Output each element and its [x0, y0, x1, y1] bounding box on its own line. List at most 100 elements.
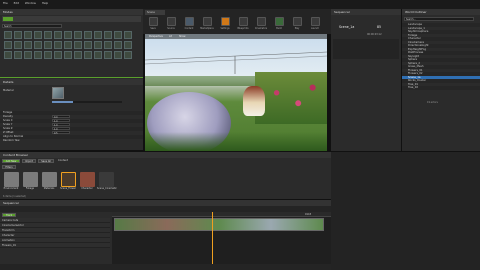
material-slider[interactable] — [52, 101, 122, 103]
content-button[interactable] — [185, 17, 194, 26]
outliner-item[interactable]: Tree_02 — [402, 86, 480, 90]
menu-edit[interactable]: Edit — [14, 1, 19, 5]
foliage-tile[interactable] — [4, 31, 12, 39]
value-field[interactable]: 0.0 — [52, 115, 70, 119]
foliage-tile[interactable] — [84, 41, 92, 49]
foliage-tile[interactable] — [44, 51, 52, 59]
foliage-tile[interactable] — [14, 31, 22, 39]
details-section-label: Material — [3, 89, 14, 92]
foliage-tile[interactable] — [84, 51, 92, 59]
foliage-tile[interactable] — [64, 41, 72, 49]
foliage-tile[interactable] — [34, 51, 42, 59]
foliage-tile[interactable] — [104, 51, 112, 59]
asset-label: Foliage — [25, 187, 35, 190]
foliage-tile[interactable] — [74, 51, 82, 59]
menu-window[interactable]: Window — [25, 1, 36, 5]
value-field[interactable]: 1.0 — [52, 123, 70, 127]
content-header: Content Browser — [0, 152, 331, 158]
camera-cut-clip[interactable] — [114, 218, 324, 231]
foliage-tile[interactable] — [114, 31, 122, 39]
character-asset-icon[interactable] — [80, 172, 95, 187]
foliage-tile[interactable] — [104, 31, 112, 39]
foliage-tile[interactable] — [124, 31, 132, 39]
foliage-tile[interactable] — [4, 51, 12, 59]
foliage-tile[interactable] — [24, 41, 32, 49]
asset-label: Scene_Flower — [60, 187, 76, 190]
value-field[interactable]: 1.0 — [52, 119, 70, 123]
blueprints-button[interactable] — [239, 17, 248, 26]
menu-file[interactable]: File — [3, 1, 8, 5]
foliage-tile[interactable] — [54, 51, 62, 59]
modes-divider — [0, 77, 143, 78]
foliage-tile[interactable] — [44, 41, 52, 49]
value-field[interactable]: 1.0 — [52, 127, 70, 131]
material-thumbnail[interactable] — [52, 87, 64, 99]
add-new-button[interactable]: Add New — [2, 159, 20, 163]
foliage-tile[interactable] — [14, 41, 22, 49]
level-tab[interactable]: Scene — [145, 10, 165, 15]
folder-icon[interactable] — [23, 172, 38, 187]
blueprints-label: Blueprints — [237, 27, 249, 30]
value-field[interactable]: 0.5 — [52, 131, 70, 135]
foliage-tile[interactable] — [64, 51, 72, 59]
foliage-tile[interactable] — [44, 31, 52, 39]
level-asset-icon[interactable] — [61, 172, 76, 187]
foliage-tile[interactable] — [34, 41, 42, 49]
foliage-tile[interactable] — [124, 41, 132, 49]
viewport[interactable]: Perspective Lit Show — [145, 34, 327, 151]
foreground-grass — [145, 132, 327, 151]
timeline-area[interactable] — [112, 212, 331, 264]
save-all-button[interactable]: Save All — [38, 159, 54, 163]
foliage-tile[interactable] — [24, 31, 32, 39]
foliage-tile[interactable] — [14, 51, 22, 59]
foliage-tile[interactable] — [54, 31, 62, 39]
mode-tab-active[interactable] — [3, 17, 13, 21]
play-button[interactable] — [293, 17, 302, 26]
settings-label: Settings — [220, 27, 230, 30]
foliage-tile[interactable] — [104, 41, 112, 49]
cinematics-button[interactable] — [257, 17, 266, 26]
source-control-button[interactable] — [167, 17, 176, 26]
content-path[interactable]: Content — [58, 159, 68, 163]
save-button[interactable] — [149, 17, 158, 26]
foliage-tile[interactable] — [64, 31, 72, 39]
foliage-tile[interactable] — [124, 51, 132, 59]
foliage-tile[interactable] — [94, 51, 102, 59]
sequence-asset-icon[interactable] — [99, 172, 114, 187]
build-button[interactable] — [275, 17, 284, 26]
foliage-tile[interactable] — [74, 31, 82, 39]
foliage-tile[interactable] — [54, 41, 62, 49]
foliage-tile[interactable] — [34, 31, 42, 39]
import-button[interactable]: Import — [22, 159, 36, 163]
foliage-tile[interactable] — [114, 41, 122, 49]
marketplace-button[interactable] — [203, 17, 212, 26]
track-row[interactable]: Flowers_01 — [0, 243, 110, 248]
source-label: Source — [167, 27, 175, 30]
time-value: 85 — [377, 25, 382, 29]
menu-bar: File Edit Window Help — [3, 1, 48, 5]
modes-search-input[interactable]: Search — [2, 24, 62, 28]
empty-region — [331, 152, 480, 270]
folder-icon[interactable] — [4, 172, 19, 187]
folder-icon[interactable] — [42, 172, 57, 187]
filters-button[interactable]: Filters — [2, 165, 16, 169]
playhead[interactable] — [212, 212, 213, 264]
asset-label: Environment — [3, 187, 19, 190]
title-bar: File Edit Window Help — [0, 0, 480, 9]
scene-name: Scene_1a — [339, 25, 355, 29]
foliage-tile[interactable] — [84, 31, 92, 39]
foliage-tile[interactable] — [24, 51, 32, 59]
foliage-tile[interactable] — [4, 41, 12, 49]
outliner-search-input[interactable]: Search... — [404, 17, 474, 21]
asset-label: Scene_Cinematic — [97, 187, 117, 190]
foliage-tile[interactable] — [94, 41, 102, 49]
settings-button[interactable] — [221, 17, 230, 26]
mode-tab-strip — [2, 16, 141, 22]
foliage-tile[interactable] — [94, 31, 102, 39]
foliage-tile[interactable] — [114, 51, 122, 59]
menu-help[interactable]: Help — [42, 1, 48, 5]
property-row: Random Yaw — [3, 139, 20, 142]
foliage-tile[interactable] — [74, 41, 82, 49]
add-track-button[interactable]: Track — [2, 213, 16, 217]
launch-button[interactable] — [311, 17, 320, 26]
